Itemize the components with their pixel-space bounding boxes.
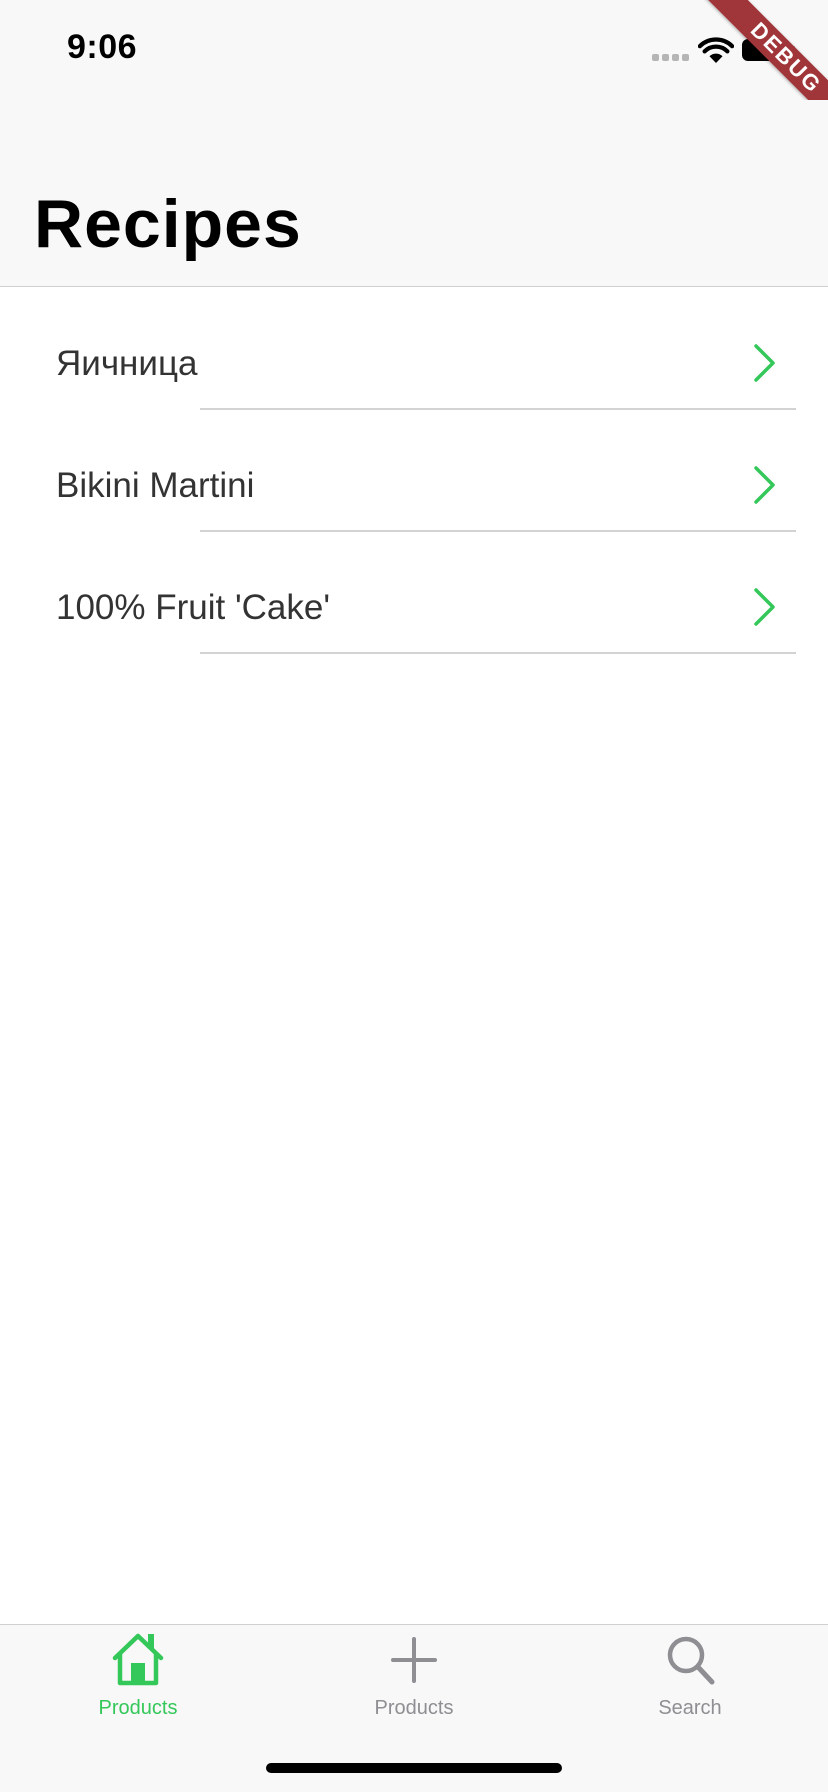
wifi-icon — [698, 37, 734, 63]
search-icon — [667, 1636, 715, 1685]
recipe-label: Яичница — [56, 344, 198, 383]
recipe-label: 100% Fruit 'Cake' — [56, 588, 331, 627]
row-divider — [200, 652, 796, 654]
list-item[interactable]: Bikini Martini — [0, 410, 828, 532]
tab-products[interactable]: Products — [0, 1625, 276, 1725]
home-indicator — [266, 1763, 562, 1773]
recipe-label: Bikini Martini — [56, 466, 255, 505]
tab-add-products-label: Products — [374, 1697, 454, 1719]
cellular-signal-icon — [652, 54, 689, 61]
recipe-list: Яичница Bikini Martini 100% Fruit 'Cake' — [0, 288, 828, 654]
tab-search[interactable]: Search — [552, 1625, 828, 1725]
add-icon — [391, 1637, 437, 1683]
list-item[interactable]: Яичница — [0, 288, 828, 410]
home-icon — [112, 1633, 164, 1686]
battery-icon — [742, 39, 795, 61]
list-item[interactable]: 100% Fruit 'Cake' — [0, 532, 828, 654]
tab-search-label: Search — [658, 1697, 722, 1719]
chevron-right-icon — [754, 588, 775, 626]
page-title: Recipes — [34, 186, 302, 262]
navigation-bar: Recipes — [0, 100, 828, 287]
status-bar: 9:06 — [0, 0, 828, 100]
tab-products-label: Products — [98, 1697, 178, 1719]
status-time: 9:06 — [67, 28, 138, 66]
chevron-right-icon — [754, 466, 775, 504]
chevron-right-icon — [754, 344, 775, 382]
tab-add-products[interactable]: Products — [276, 1625, 552, 1725]
